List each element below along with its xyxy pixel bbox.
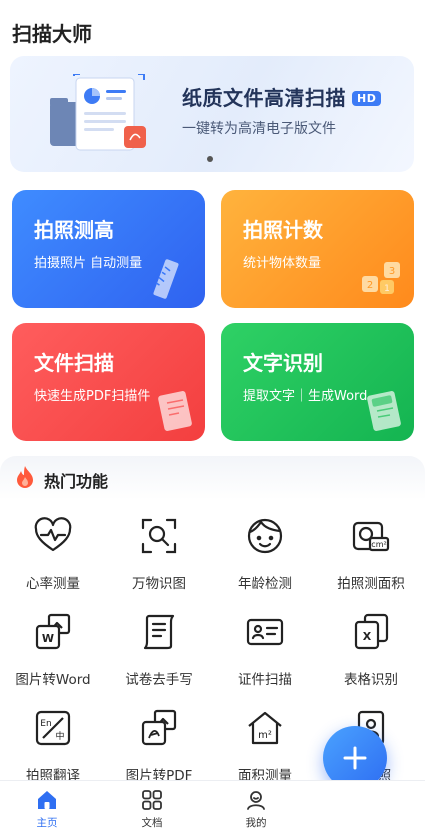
tool-label: 拍照测面积 <box>337 576 405 592</box>
pdf-document-icon <box>158 391 192 431</box>
card-title: 文件扫描 <box>34 351 114 375</box>
card-subtitle: 拍摄照片 自动测量 <box>34 256 143 271</box>
tool-image-to-pdf[interactable]: 图片转PDF <box>106 708 212 784</box>
nav-item-home[interactable]: 主页 <box>17 789 77 830</box>
nav-item-profile[interactable]: 我的 <box>226 789 286 830</box>
number-blocks-icon: 2 1 3 <box>362 262 400 294</box>
svg-text:X: X <box>363 630 372 643</box>
svg-text:cm²: cm² <box>371 540 386 549</box>
card-text-ocr[interactable]: 文字识别 提取文字｜生成Word <box>221 323 414 441</box>
card-title: 拍照测高 <box>34 218 114 242</box>
plus-icon <box>343 746 367 770</box>
hd-badge: HD <box>352 91 382 106</box>
home-icon <box>38 791 56 809</box>
flame-icon <box>17 466 33 488</box>
ocr-document-icon <box>367 391 401 431</box>
card-title: 文字识别 <box>243 351 323 375</box>
tool-label: 试卷去手写 <box>125 672 193 688</box>
svg-text:En: En <box>40 719 51 729</box>
user-icon <box>247 791 265 810</box>
scan-search-icon <box>141 518 177 554</box>
hot-functions-header: 热门功能 <box>0 456 425 500</box>
image-to-word-icon: W <box>35 613 71 650</box>
pagination-dot-active <box>207 156 213 162</box>
house-area-icon: m² <box>248 711 282 745</box>
translate-icon: En 中 <box>35 710 71 746</box>
tool-label: 心率测量 <box>26 576 80 592</box>
tool-photo-translate[interactable]: En 中 拍照翻译 <box>0 708 106 784</box>
camera-area-icon: cm² <box>352 521 390 552</box>
card-subtitle: 统计物体数量 <box>243 256 322 271</box>
nav-label: 主页 <box>36 817 58 829</box>
image-to-pdf-icon <box>141 709 177 746</box>
tool-object-recognition[interactable]: 万物识图 <box>106 516 212 592</box>
ruler-icon <box>153 259 179 299</box>
svg-text:中: 中 <box>55 730 64 742</box>
svg-text:2: 2 <box>367 280 373 291</box>
tool-table-recognition[interactable]: X 表格识别 <box>318 612 424 688</box>
card-title: 拍照计数 <box>243 218 323 242</box>
id-card-icon <box>246 618 284 646</box>
table-excel-icon: X <box>354 613 389 650</box>
card-photo-count[interactable]: 拍照计数 统计物体数量 2 1 3 <box>221 190 414 308</box>
svg-text:1: 1 <box>384 284 390 294</box>
bottom-nav: 主页 文档 我的 <box>0 780 425 838</box>
tool-label: 万物识图 <box>132 576 186 592</box>
tool-id-scan[interactable]: 证件扫描 <box>212 612 318 688</box>
tool-label: 年龄检测 <box>238 576 292 592</box>
tool-area-measure[interactable]: m² 面积测量 <box>212 708 318 784</box>
tool-image-to-word[interactable]: W 图片转Word <box>0 612 106 688</box>
nav-item-documents[interactable]: 文档 <box>122 789 182 830</box>
card-subtitle: 提取文字｜生成Word <box>243 389 368 404</box>
banner-title: 纸质文件高清扫描 HD <box>182 82 382 111</box>
tool-heart-rate[interactable]: 心率测量 <box>0 516 106 592</box>
card-subtitle: 快速生成PDF扫描件 <box>34 389 151 404</box>
tool-label: 表格识别 <box>344 672 398 688</box>
svg-text:3: 3 <box>389 266 395 277</box>
document-scan-illustration-icon <box>50 74 146 151</box>
promo-banner[interactable]: 纸质文件高清扫描 HD 一键转为高清电子版文件 <box>10 56 414 172</box>
nav-label: 我的 <box>245 817 267 829</box>
tool-label: 图片转Word <box>15 672 91 688</box>
banner-pagination <box>207 156 213 162</box>
hot-functions-title: 热门功能 <box>44 472 109 491</box>
card-file-scan[interactable]: 文件扫描 快速生成PDF扫描件 <box>12 323 205 441</box>
grid-icon <box>142 790 162 810</box>
tool-label: 证件扫描 <box>238 672 292 688</box>
tool-photo-area[interactable]: cm² 拍照测面积 <box>318 516 424 592</box>
face-icon <box>247 518 283 554</box>
heart-rate-icon <box>34 517 72 552</box>
app-title: 扫描大师 <box>12 22 92 46</box>
paper-scroll-icon <box>143 614 175 650</box>
banner-subtitle: 一键转为高清电子版文件 <box>182 121 336 137</box>
tool-age-detect[interactable]: 年龄检测 <box>212 516 318 592</box>
card-photo-height[interactable]: 拍照测高 拍摄照片 自动测量 <box>12 190 205 308</box>
svg-text:W: W <box>42 632 54 645</box>
banner-title-text: 纸质文件高清扫描 <box>182 86 346 110</box>
tool-remove-handwriting[interactable]: 试卷去手写 <box>106 612 212 688</box>
nav-label: 文档 <box>141 817 163 829</box>
svg-text:m²: m² <box>258 730 272 741</box>
